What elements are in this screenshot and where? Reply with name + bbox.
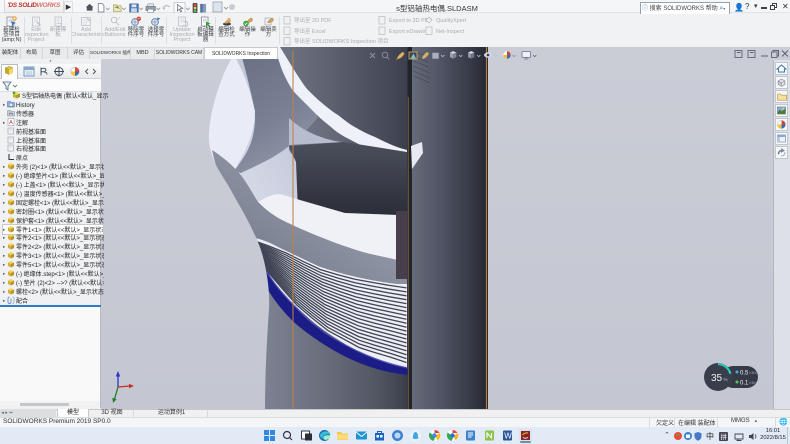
svg-text:中: 中	[706, 431, 714, 441]
svg-text:KB/s: KB/s	[750, 381, 758, 385]
svg-text:%: %	[724, 377, 728, 382]
svg-text:拼: 拼	[721, 432, 728, 441]
svg-text:35: 35	[711, 373, 723, 384]
svg-text:0.5: 0.5	[740, 371, 749, 377]
svg-text:W: W	[504, 432, 512, 441]
svg-text:KB/s: KB/s	[750, 371, 758, 375]
svg-text:0.1: 0.1	[740, 381, 749, 387]
svg-text:A: A	[9, 120, 13, 126]
